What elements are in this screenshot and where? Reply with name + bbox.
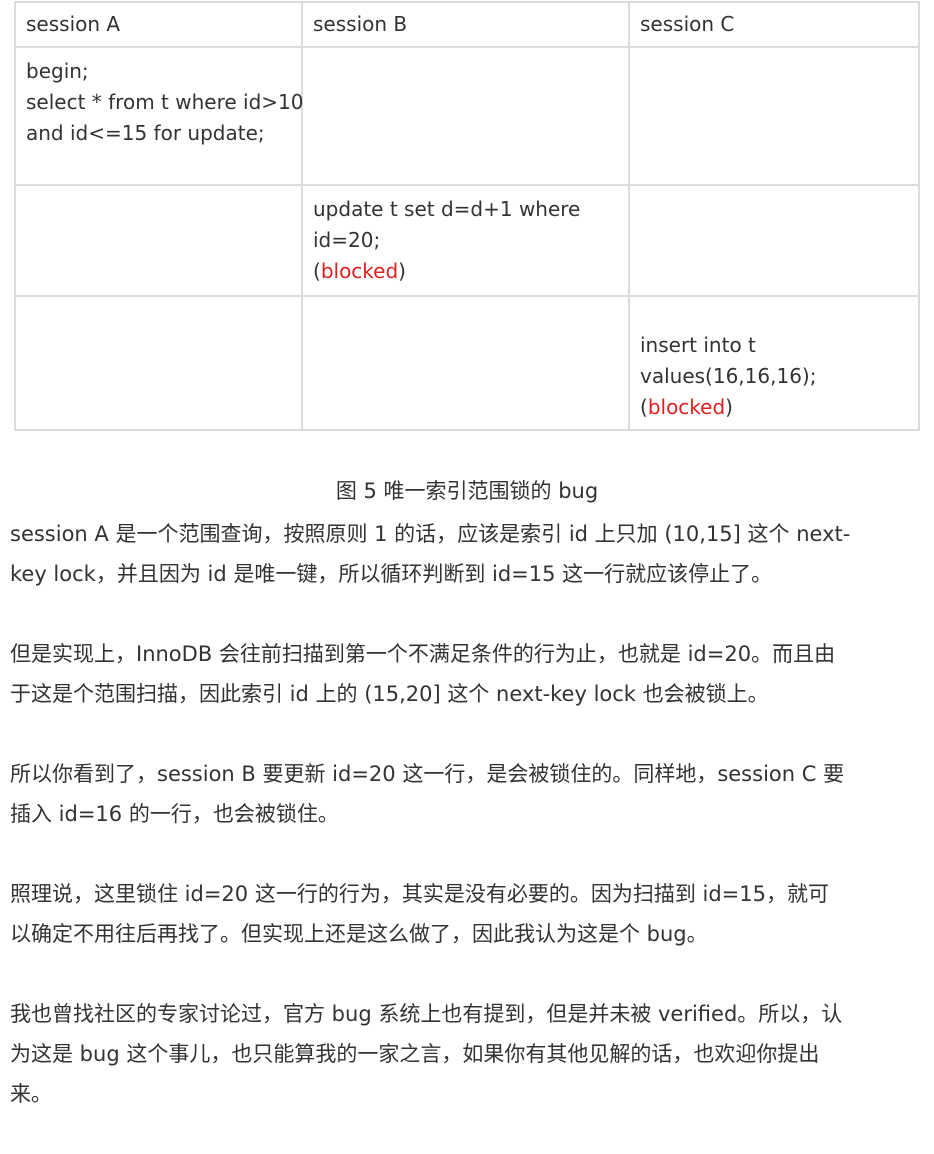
cell-empty bbox=[628, 46, 920, 186]
header-session-c: session C bbox=[628, 1, 920, 48]
paragraph-line: 照理说，这里锁住 id=20 这一行的行为，其实是没有必要的。因为扫描到 id=… bbox=[10, 882, 829, 906]
code-line: insert into t bbox=[640, 333, 756, 357]
paragraph: 所以你看到了，session B 要更新 id=20 这一行，是会被锁住的。同样… bbox=[10, 754, 924, 834]
paragraph-line: session A 是一个范围查询，按照原则 1 的话，应该是索引 id 上只加… bbox=[10, 522, 851, 546]
cell-empty bbox=[301, 295, 630, 431]
cell-empty bbox=[14, 184, 303, 297]
cell-session-a-step1: begin; select * from t where id>10 and i… bbox=[14, 46, 304, 186]
cell-session-b-step2: update t set d=d+1 where id=20; (blocked… bbox=[301, 184, 630, 297]
sessions-table: session A session B session C begin; sel… bbox=[14, 1, 920, 431]
paragraph: session A 是一个范围查询，按照原则 1 的话，应该是索引 id 上只加… bbox=[10, 514, 924, 594]
paragraph-line: 我也曾找社区的专家讨论过，官方 bug 系统上也有提到，但是并未被 verifi… bbox=[10, 1002, 843, 1026]
paragraph-line: 所以你看到了，session B 要更新 id=20 这一行，是会被锁住的。同样… bbox=[10, 762, 845, 786]
header-session-b: session B bbox=[301, 1, 630, 48]
blocked-status: (blocked) bbox=[640, 392, 908, 423]
cell-session-c-step3: insert into t values(16,16,16); (blocked… bbox=[628, 295, 920, 431]
paragraph: 我也曾找社区的专家讨论过，官方 bug 系统上也有提到，但是并未被 verifi… bbox=[10, 994, 924, 1114]
cell-empty bbox=[628, 184, 920, 297]
paragraph-line: 以确定不用往后再找了。但实现上还是这么做了，因此我认为这是个 bug。 bbox=[10, 922, 708, 946]
table-header-row: session A session B session C bbox=[14, 1, 920, 48]
blocked-status: (blocked) bbox=[313, 256, 618, 287]
code-line: values(16,16,16); bbox=[640, 364, 817, 388]
article-body: session A 是一个范围查询，按照原则 1 的话，应该是索引 id 上只加… bbox=[10, 514, 924, 1154]
paren-open: ( bbox=[313, 259, 321, 283]
paragraph-line: key lock，并且因为 id 是唯一键，所以循环判断到 id=15 这一行就… bbox=[10, 562, 773, 586]
paragraph-line: 但是实现上，InnoDB 会往前扫描到第一个不满足条件的行为止，也就是 id=2… bbox=[10, 642, 836, 666]
blocked-label: blocked bbox=[320, 259, 399, 283]
paragraph-line: 于这是个范围扫描，因此索引 id 上的 (15,20] 这个 next-key … bbox=[10, 682, 769, 706]
paragraph-line: 为这是 bug 这个事儿，也只能算我的一家之言，如果你有其他见解的话，也欢迎你提… bbox=[10, 1042, 820, 1066]
table-row: insert into t values(16,16,16); (blocked… bbox=[14, 295, 920, 431]
paren-close: ) bbox=[398, 259, 406, 283]
cell-empty bbox=[301, 46, 630, 186]
paragraph-line: 插入 id=16 的一行，也会被锁住。 bbox=[10, 802, 339, 826]
paragraph: 但是实现上，InnoDB 会往前扫描到第一个不满足条件的行为止，也就是 id=2… bbox=[10, 634, 924, 714]
figure-caption: 图 5 唯一索引范围锁的 bug bbox=[335, 479, 599, 503]
code-line: and id<=15 for update; bbox=[26, 121, 265, 145]
paragraph-line: 来。 bbox=[10, 1082, 52, 1106]
code-line: id=20; bbox=[313, 228, 381, 252]
table-row: begin; select * from t where id>10 and i… bbox=[14, 46, 920, 186]
table-row: update t set d=d+1 where id=20; (blocked… bbox=[14, 184, 920, 297]
header-session-a: session A bbox=[14, 1, 303, 48]
paren-open: ( bbox=[640, 395, 648, 419]
code-line: select * from t where id>10 bbox=[26, 90, 304, 114]
cell-empty bbox=[14, 295, 303, 431]
code-line: update t set d=d+1 where bbox=[313, 197, 581, 221]
blocked-label: blocked bbox=[647, 395, 726, 419]
code-line: begin; bbox=[26, 59, 89, 83]
paren-close: ) bbox=[725, 395, 733, 419]
paragraph: 照理说，这里锁住 id=20 这一行的行为，其实是没有必要的。因为扫描到 id=… bbox=[10, 874, 924, 954]
